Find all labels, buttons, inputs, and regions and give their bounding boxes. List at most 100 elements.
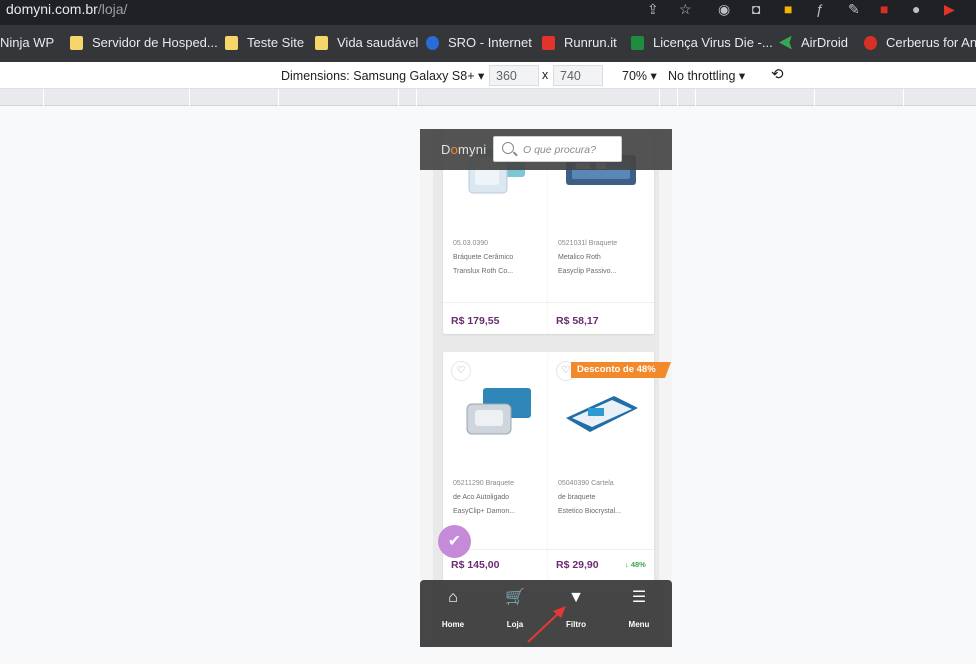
tooth-icon: ✔ bbox=[447, 533, 462, 550]
address-bar[interactable]: domyni.com.br/loja/ ⇪ ☆ ◉ ◘ ■ ƒ ✎ ■ ● ▶ bbox=[0, 0, 976, 25]
bookmark-item[interactable]: SRO - Internet bbox=[426, 35, 532, 50]
cerberus-icon bbox=[864, 35, 877, 50]
product-sku: 05.03.0390 bbox=[453, 240, 489, 247]
product-name: Easyclip Passivo... bbox=[558, 268, 617, 275]
search-input[interactable]: O que procura? bbox=[493, 136, 622, 162]
star-icon[interactable]: ☆ bbox=[679, 1, 692, 18]
bookmark-label: Vida saudável bbox=[337, 35, 419, 50]
nav-label: Home bbox=[441, 620, 465, 629]
bookmark-label: Servidor de Hosped... bbox=[92, 35, 218, 50]
throttling-label: No throttling bbox=[668, 69, 736, 83]
bookmark-label: SRO - Internet bbox=[448, 35, 532, 50]
url-path: /loja/ bbox=[97, 1, 128, 17]
floating-action-button[interactable]: ✔ bbox=[438, 525, 471, 558]
nav-filtro[interactable]: ▼ Filtro bbox=[551, 588, 601, 629]
extension-icon[interactable]: ■ bbox=[880, 1, 888, 17]
bookmark-item[interactable]: Runrun.it bbox=[542, 35, 617, 50]
url-text[interactable]: domyni.com.br/loja/ bbox=[6, 1, 127, 17]
bookmark-item[interactable]: Servidor de Hosped... bbox=[70, 35, 218, 50]
bookmark-item[interactable]: Teste Site bbox=[225, 35, 304, 50]
product-price: R$ 145,00 bbox=[451, 559, 500, 571]
product-name: Translux Roth Co... bbox=[453, 268, 514, 275]
site-logo[interactable]: Domyni bbox=[441, 142, 486, 157]
card-divider bbox=[548, 302, 654, 303]
share-icon[interactable]: ⇪ bbox=[647, 1, 659, 18]
discount-percent: ↓ 48% bbox=[625, 560, 646, 569]
search-icon bbox=[502, 142, 514, 154]
product-sku: 05040390 Cartela bbox=[558, 480, 614, 487]
card-divider bbox=[548, 549, 654, 550]
card-divider bbox=[443, 302, 549, 303]
folder-icon bbox=[315, 35, 328, 50]
logo-text: Domyni bbox=[441, 142, 487, 157]
product-grid: 05.03.0390 Bráquete Cerâmico Translux Ro… bbox=[433, 129, 671, 647]
product-name: de Aco Autoligado bbox=[453, 494, 510, 501]
product-sku: 0521031l Braquete bbox=[558, 240, 618, 247]
height-input[interactable]: 740 bbox=[553, 65, 603, 86]
cart-icon: 🛒 bbox=[505, 589, 525, 606]
nav-label: Menu bbox=[628, 620, 650, 629]
menu-icon: ☰ bbox=[631, 589, 647, 606]
python-icon bbox=[426, 35, 439, 50]
zoom-select[interactable]: 70% ▾ bbox=[622, 68, 657, 83]
dimension-separator: x bbox=[542, 68, 549, 82]
zoom-label: 70% bbox=[622, 69, 648, 83]
bookmark-label: Licença Virus Die -... bbox=[653, 35, 773, 50]
nav-label: Loja bbox=[506, 620, 524, 629]
product-name: de braquete bbox=[558, 494, 596, 501]
product-price: R$ 29,90 bbox=[556, 559, 599, 571]
site-header: Domyni O que procura? bbox=[420, 129, 672, 170]
product-price: R$ 58,17 bbox=[556, 315, 599, 327]
nav-menu[interactable]: ☰ Menu bbox=[614, 588, 664, 629]
product-price: R$ 179,55 bbox=[451, 315, 500, 327]
bookmark-label: Cerberus for And bbox=[886, 35, 976, 50]
product-image bbox=[466, 388, 531, 435]
extension-icon[interactable]: ■ bbox=[784, 1, 792, 17]
sheets-icon bbox=[631, 35, 644, 50]
bookmark-label: Teste Site bbox=[247, 35, 305, 50]
width-input[interactable]: 360 bbox=[489, 65, 539, 86]
product-image bbox=[566, 396, 638, 432]
discount-percent-value: 48% bbox=[630, 560, 646, 569]
rotate-icon[interactable]: ⟲ bbox=[771, 65, 784, 83]
device-dimensions-select[interactable]: Dimensions: Samsung Galaxy S8+ ▾ bbox=[281, 68, 484, 83]
bookmark-item[interactable]: Vida saudável bbox=[315, 35, 418, 50]
bookmarks-bar: Ninja WP Servidor de Hosped... Teste Sit… bbox=[0, 25, 976, 62]
mobile-viewport: 05.03.0390 Bráquete Cerâmico Translux Ro… bbox=[420, 129, 672, 647]
bookmark-label: Runrun.it bbox=[564, 35, 617, 50]
bookmark-label: AirDroid bbox=[801, 35, 848, 50]
folder-icon bbox=[225, 35, 238, 50]
extension-icon[interactable]: ▶ bbox=[944, 1, 955, 18]
bolt-icon[interactable]: ● bbox=[912, 1, 920, 17]
product-name: Bráquete Cerâmico bbox=[453, 254, 514, 261]
extension-icon[interactable]: ◉ bbox=[718, 1, 730, 18]
throttling-select[interactable]: No throttling ▾ bbox=[668, 68, 745, 83]
nav-loja[interactable]: 🛒 Loja bbox=[490, 588, 540, 629]
bookmark-item[interactable]: Cerberus for And bbox=[864, 35, 976, 50]
discount-badge: Desconto de 48% bbox=[571, 362, 671, 378]
eyedropper-icon[interactable]: ✎ bbox=[848, 1, 860, 18]
url-host: domyni.com.br bbox=[6, 1, 98, 17]
bookmark-item[interactable]: Ninja WP bbox=[0, 35, 54, 50]
camera-icon[interactable]: ◘ bbox=[752, 1, 760, 17]
filter-icon: ▼ bbox=[568, 589, 584, 606]
airdroid-icon bbox=[779, 35, 792, 50]
nav-home[interactable]: ⌂ Home bbox=[428, 588, 478, 629]
device-dimensions-label: Dimensions: Samsung Galaxy S8+ bbox=[281, 69, 475, 83]
bottom-navigation: ⌂ Home 🛒 Loja ▼ Filtro ☰ Menu bbox=[420, 580, 672, 647]
runrun-icon bbox=[542, 35, 555, 50]
bookmark-item[interactable]: Licença Virus Die -... bbox=[631, 35, 773, 50]
home-icon: ⌂ bbox=[448, 589, 458, 606]
product-name: Estetico Biocrystal... bbox=[558, 508, 622, 515]
bookmark-item[interactable]: AirDroid bbox=[779, 35, 848, 50]
product-name: EasyClip+ Damon... bbox=[453, 508, 516, 515]
device-toolbar: Dimensions: Samsung Galaxy S8+ ▾ 360 x 7… bbox=[0, 62, 976, 89]
product-name: Metalico Roth bbox=[558, 254, 601, 261]
folder-icon bbox=[70, 35, 83, 50]
bookmark-label: Ninja WP bbox=[0, 35, 55, 50]
product-sku: 05211290 Braquete bbox=[453, 480, 514, 487]
heart-icon[interactable]: ♡ bbox=[451, 361, 471, 381]
font-icon[interactable]: ƒ bbox=[816, 1, 824, 17]
nav-label: Filtro bbox=[566, 620, 586, 629]
product-card[interactable]: ♡ 05040390 Cartela de braquete Estetico … bbox=[548, 352, 654, 592]
